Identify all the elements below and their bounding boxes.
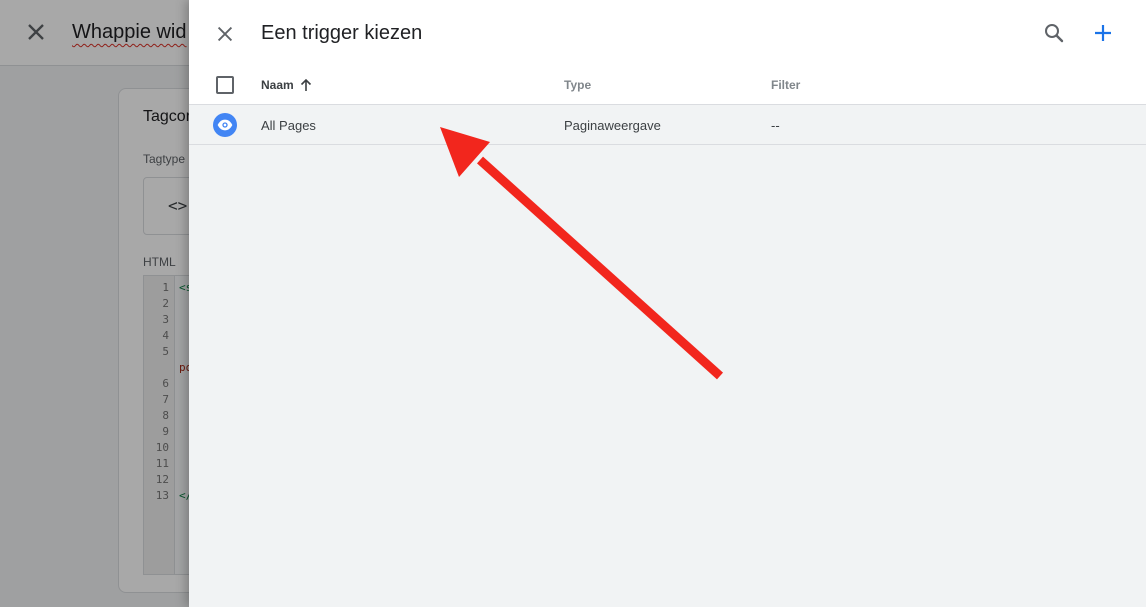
eye-icon	[213, 113, 237, 137]
select-all-checkbox[interactable]	[216, 76, 234, 94]
panel-header: Een trigger kiezen	[189, 0, 1146, 66]
close-button[interactable]	[207, 16, 243, 52]
add-icon	[1095, 25, 1111, 41]
trigger-table-header: Naam Type Filter	[189, 66, 1146, 105]
trigger-filter: --	[771, 118, 780, 133]
trigger-type: Paginaweergave	[564, 118, 661, 133]
column-header-name[interactable]: Naam	[261, 78, 294, 92]
trigger-name: All Pages	[261, 118, 316, 133]
panel-title: Een trigger kiezen	[261, 22, 423, 44]
search-button[interactable]	[1036, 15, 1072, 51]
close-icon	[217, 26, 233, 42]
trigger-row-all-pages[interactable]: All Pages Paginaweergave --	[189, 105, 1146, 145]
trigger-picker-panel: Een trigger kiezen Naam Type Filter All …	[189, 0, 1146, 607]
arrow-up-icon[interactable]	[299, 77, 313, 98]
column-header-filter[interactable]: Filter	[771, 78, 800, 92]
search-icon	[1045, 24, 1064, 43]
add-trigger-button[interactable]	[1085, 15, 1121, 51]
column-header-type[interactable]: Type	[564, 78, 591, 92]
